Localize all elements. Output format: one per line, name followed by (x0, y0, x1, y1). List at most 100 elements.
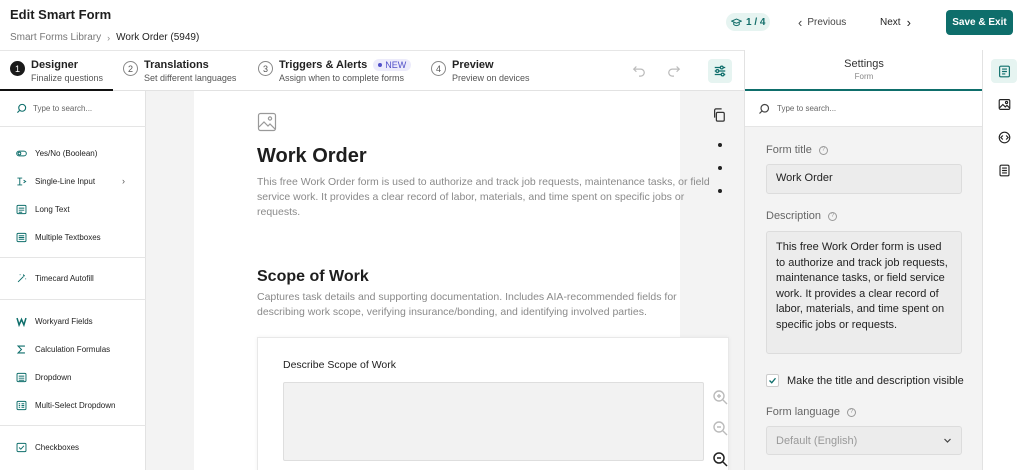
search-icon (759, 103, 770, 114)
step-number: 4 (431, 61, 446, 76)
palette-divider (0, 257, 146, 258)
step-translations[interactable]: 2 Translations Set different languages (123, 59, 236, 83)
step-title-row: Triggers & Alerts NEW (279, 59, 412, 71)
logic-icon (998, 131, 1010, 143)
dropdown-icon (16, 372, 27, 383)
zoom-out-icon[interactable] (712, 451, 728, 467)
rail-image-button[interactable] (991, 92, 1017, 116)
language-select-value: Default (English) (776, 434, 858, 447)
palette-item-boolean[interactable]: Yes/No (Boolean) (16, 148, 97, 159)
step-title: Triggers & Alerts (279, 59, 368, 71)
question-card[interactable]: Describe Scope of Work (257, 337, 729, 470)
palette-divider (0, 425, 146, 426)
magic-wand-icon (17, 274, 27, 283)
language-label: Form language (766, 406, 840, 418)
info-icon[interactable]: ? (818, 145, 828, 155)
workyard-logo-icon (16, 317, 27, 327)
right-tool-rail (982, 50, 1024, 470)
section-description[interactable]: Captures task details and supporting doc… (257, 290, 727, 320)
settings-search[interactable]: Type to search... (745, 91, 983, 127)
settings-subtitle: Form (854, 72, 874, 81)
rail-document-button[interactable] (991, 158, 1017, 182)
search-icon (16, 103, 27, 114)
step-subtitle: Set different languages (144, 73, 237, 83)
info-icon[interactable]: ? (828, 211, 838, 221)
toggle-icon (16, 150, 27, 157)
step-designer[interactable]: 1 Designer Finalize questions (10, 59, 103, 83)
chevron-right-icon[interactable]: › (122, 176, 125, 186)
question-answer-textarea[interactable] (283, 382, 704, 461)
step-triggers-alerts[interactable]: 3 Triggers & Alerts NEW Assign when to c… (258, 59, 412, 83)
settings-panel: Settings Form Type to search... Form tit… (744, 50, 983, 470)
breadcrumb-root-link[interactable]: Smart Forms Library (10, 32, 101, 43)
settings-header: Settings Form (745, 50, 983, 91)
save-exit-button[interactable]: Save & Exit (946, 10, 1013, 35)
form-description[interactable]: This free Work Order form is used to aut… (257, 175, 727, 220)
palette-search[interactable]: Type to search... (0, 91, 146, 127)
form-title-input[interactable]: Work Order (766, 164, 962, 194)
single-line-icon (17, 177, 27, 186)
info-icon[interactable]: ? (847, 407, 856, 417)
progress-text: 1 / 4 (746, 16, 766, 28)
step-subtitle: Assign when to complete forms (279, 73, 405, 83)
chevron-right-icon: › (906, 15, 911, 30)
form-canvas: Work Order This free Work Order form is … (146, 91, 744, 470)
sliders-icon (714, 65, 726, 77)
visible-checkbox-row[interactable]: Make the title and description visible (766, 374, 964, 387)
step-preview[interactable]: 4 Preview Preview on devices (431, 59, 530, 83)
image-icon (998, 98, 1010, 110)
palette-item-checkboxes[interactable]: Checkboxes (16, 442, 79, 453)
more-options-icon[interactable] (718, 143, 724, 212)
step-number: 2 (123, 61, 138, 76)
form-title-label: Form title (766, 144, 812, 156)
settings-toggle-button[interactable] (708, 59, 732, 83)
zoom-reset-icon[interactable] (712, 420, 728, 436)
palette-item-single-line[interactable]: Single-Line Input (16, 176, 95, 187)
next-button[interactable]: Next › (880, 15, 911, 30)
form-title[interactable]: Work Order (257, 145, 367, 168)
palette-item-long-text[interactable]: Long Text (16, 204, 70, 215)
dot-icon (378, 63, 383, 67)
settings-search-placeholder: Type to search... (777, 104, 837, 113)
previous-button[interactable]: ‹ Previous (798, 15, 846, 30)
visible-checkbox-label: Make the title and description visible (787, 374, 964, 387)
visible-checkbox[interactable] (766, 374, 779, 387)
steps-bar: 1 Designer Finalize questions 2 Translat… (0, 50, 744, 92)
language-select[interactable]: Default (English) (766, 426, 962, 455)
settings-title: Settings (844, 58, 884, 70)
rail-logic-button[interactable] (991, 125, 1017, 149)
checkbox-icon (16, 442, 27, 453)
palette-divider (0, 299, 146, 300)
image-placeholder-icon[interactable] (257, 112, 277, 132)
chevron-left-icon: ‹ (798, 15, 803, 30)
section-title[interactable]: Scope of Work (257, 268, 369, 286)
breadcrumb: Smart Forms Library › Work Order (5949) (10, 32, 199, 43)
rail-form-settings-button[interactable] (991, 59, 1017, 83)
next-label: Next (880, 17, 901, 28)
palette-item-dropdown[interactable]: Dropdown (16, 372, 71, 383)
copy-icon[interactable] (712, 108, 726, 122)
redo-icon[interactable] (667, 63, 681, 77)
checkmark-icon (769, 377, 777, 384)
question-label: Describe Scope of Work (283, 359, 397, 371)
step-number: 3 (258, 61, 273, 76)
step-number: 1 (10, 61, 25, 76)
document-icon (998, 164, 1010, 176)
palette-item-timecard-autofill[interactable]: Timecard Autofill (16, 273, 94, 284)
description-textarea[interactable]: This free Work Order form is used to aut… (766, 231, 962, 354)
palette-item-label: Long Text (35, 205, 70, 214)
palette-item-label: Yes/No (Boolean) (35, 149, 98, 158)
sigma-icon (16, 345, 25, 354)
form-settings-icon (998, 65, 1010, 77)
palette-item-workyard-fields[interactable]: Workyard Fields (16, 316, 93, 327)
question-palette: Type to search... Yes/No (Boolean) Singl… (0, 91, 146, 470)
palette-item-label: Single-Line Input (35, 177, 96, 186)
palette-item-calculation-formulas[interactable]: Calculation Formulas (16, 344, 110, 355)
zoom-in-icon[interactable] (712, 389, 728, 405)
new-badge-text: NEW (385, 60, 407, 70)
palette-item-multiple-textboxes[interactable]: Multiple Textboxes (16, 232, 101, 243)
palette-search-placeholder: Type to search... (33, 104, 93, 113)
palette-item-label: Multi-Select Dropdown (35, 401, 116, 410)
palette-item-multi-select-dropdown[interactable]: Multi-Select Dropdown (16, 400, 115, 411)
undo-icon[interactable] (632, 63, 646, 77)
